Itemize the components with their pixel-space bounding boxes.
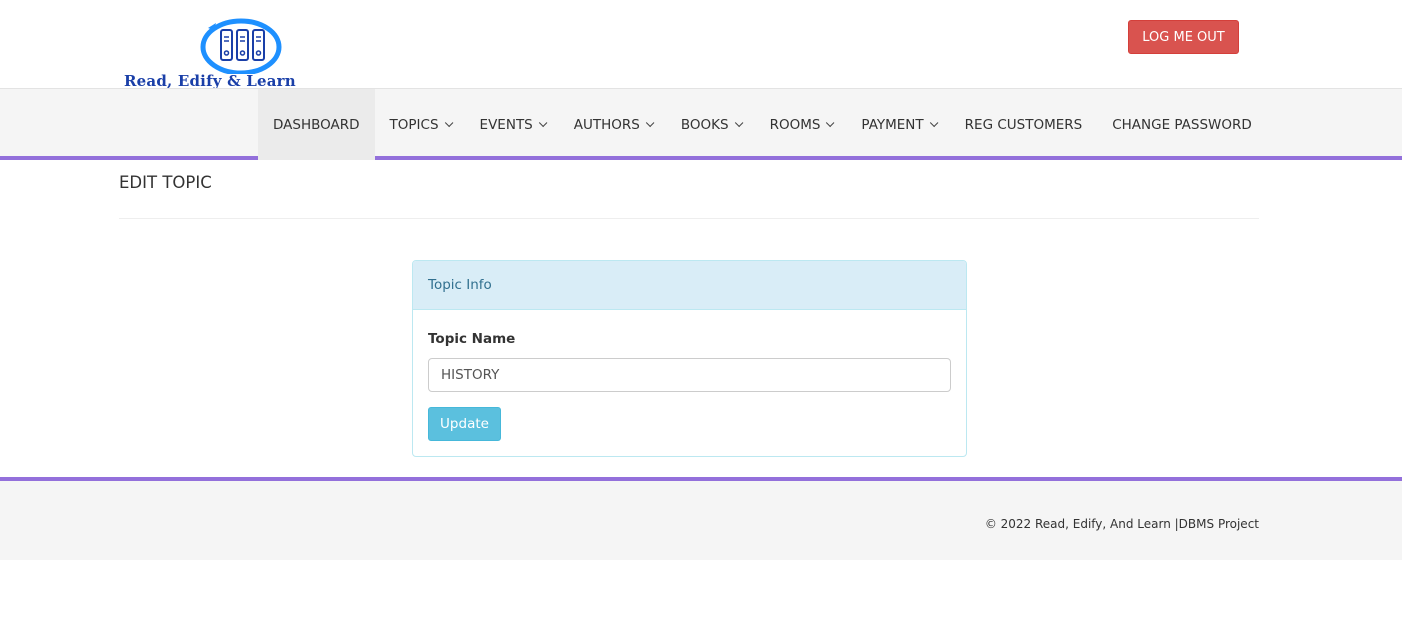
nav-item-events[interactable]: EVENTS: [465, 89, 559, 160]
nav-item-label: REG CUSTOMERS: [964, 116, 1083, 133]
nav-item-label: BOOKS: [680, 116, 729, 133]
nav-item-label: DASHBOARD: [273, 116, 360, 133]
nav-item-authors[interactable]: AUTHORS: [559, 89, 666, 160]
nav-menu: DASHBOARD TOPICS EVENTS AUTHORS BOOKS RO…: [258, 89, 1267, 160]
site-header: Read, Edify & Learn LOG ME OUT: [0, 0, 1402, 92]
chevron-down-icon: [929, 118, 939, 127]
site-logo[interactable]: Read, Edify & Learn: [120, 14, 366, 92]
chevron-down-icon: [538, 118, 548, 127]
nav-item-label: CHANGE PASSWORD: [1112, 116, 1252, 133]
nav-item-label: PAYMENT: [861, 116, 924, 133]
chevron-down-icon: [826, 118, 835, 127]
topic-info-panel: Topic Info Topic Name Update: [412, 260, 967, 457]
panel-heading: Topic Info: [413, 261, 966, 310]
update-button[interactable]: Update: [428, 407, 501, 441]
nav-item-rooms[interactable]: ROOMS: [755, 89, 847, 160]
chevron-down-icon: [645, 118, 655, 127]
footer-copyright: © 2022 Read, Edify, And Learn |DBMS Proj…: [984, 517, 1259, 531]
nav-item-change-password[interactable]: CHANGE PASSWORD: [1097, 89, 1267, 160]
page-title: EDIT TOPIC: [119, 173, 212, 192]
nav-item-dashboard[interactable]: DASHBOARD: [258, 89, 375, 160]
nav-item-topics[interactable]: TOPICS: [375, 89, 465, 160]
topic-name-input[interactable]: [428, 358, 951, 392]
logout-button[interactable]: LOG ME OUT: [1128, 20, 1239, 54]
nav-item-label: ROOMS: [769, 116, 821, 133]
title-divider: [119, 218, 1259, 219]
nav-item-payment[interactable]: PAYMENT: [846, 89, 949, 160]
nav-item-reg-customers[interactable]: REG CUSTOMERS: [950, 89, 1098, 160]
topic-name-label: Topic Name: [428, 331, 516, 347]
nav-item-label: TOPICS: [389, 116, 439, 133]
chevron-down-icon: [444, 118, 453, 127]
chevron-down-icon: [734, 118, 743, 127]
main-navbar: DASHBOARD TOPICS EVENTS AUTHORS BOOKS RO…: [0, 88, 1402, 160]
nav-item-label: EVENTS: [479, 116, 533, 133]
nav-item-books[interactable]: BOOKS: [666, 89, 755, 160]
nav-item-label: AUTHORS: [573, 116, 640, 133]
site-footer: © 2022 Read, Edify, And Learn |DBMS Proj…: [0, 477, 1402, 560]
bookshelf-logo-icon: [200, 18, 282, 74]
